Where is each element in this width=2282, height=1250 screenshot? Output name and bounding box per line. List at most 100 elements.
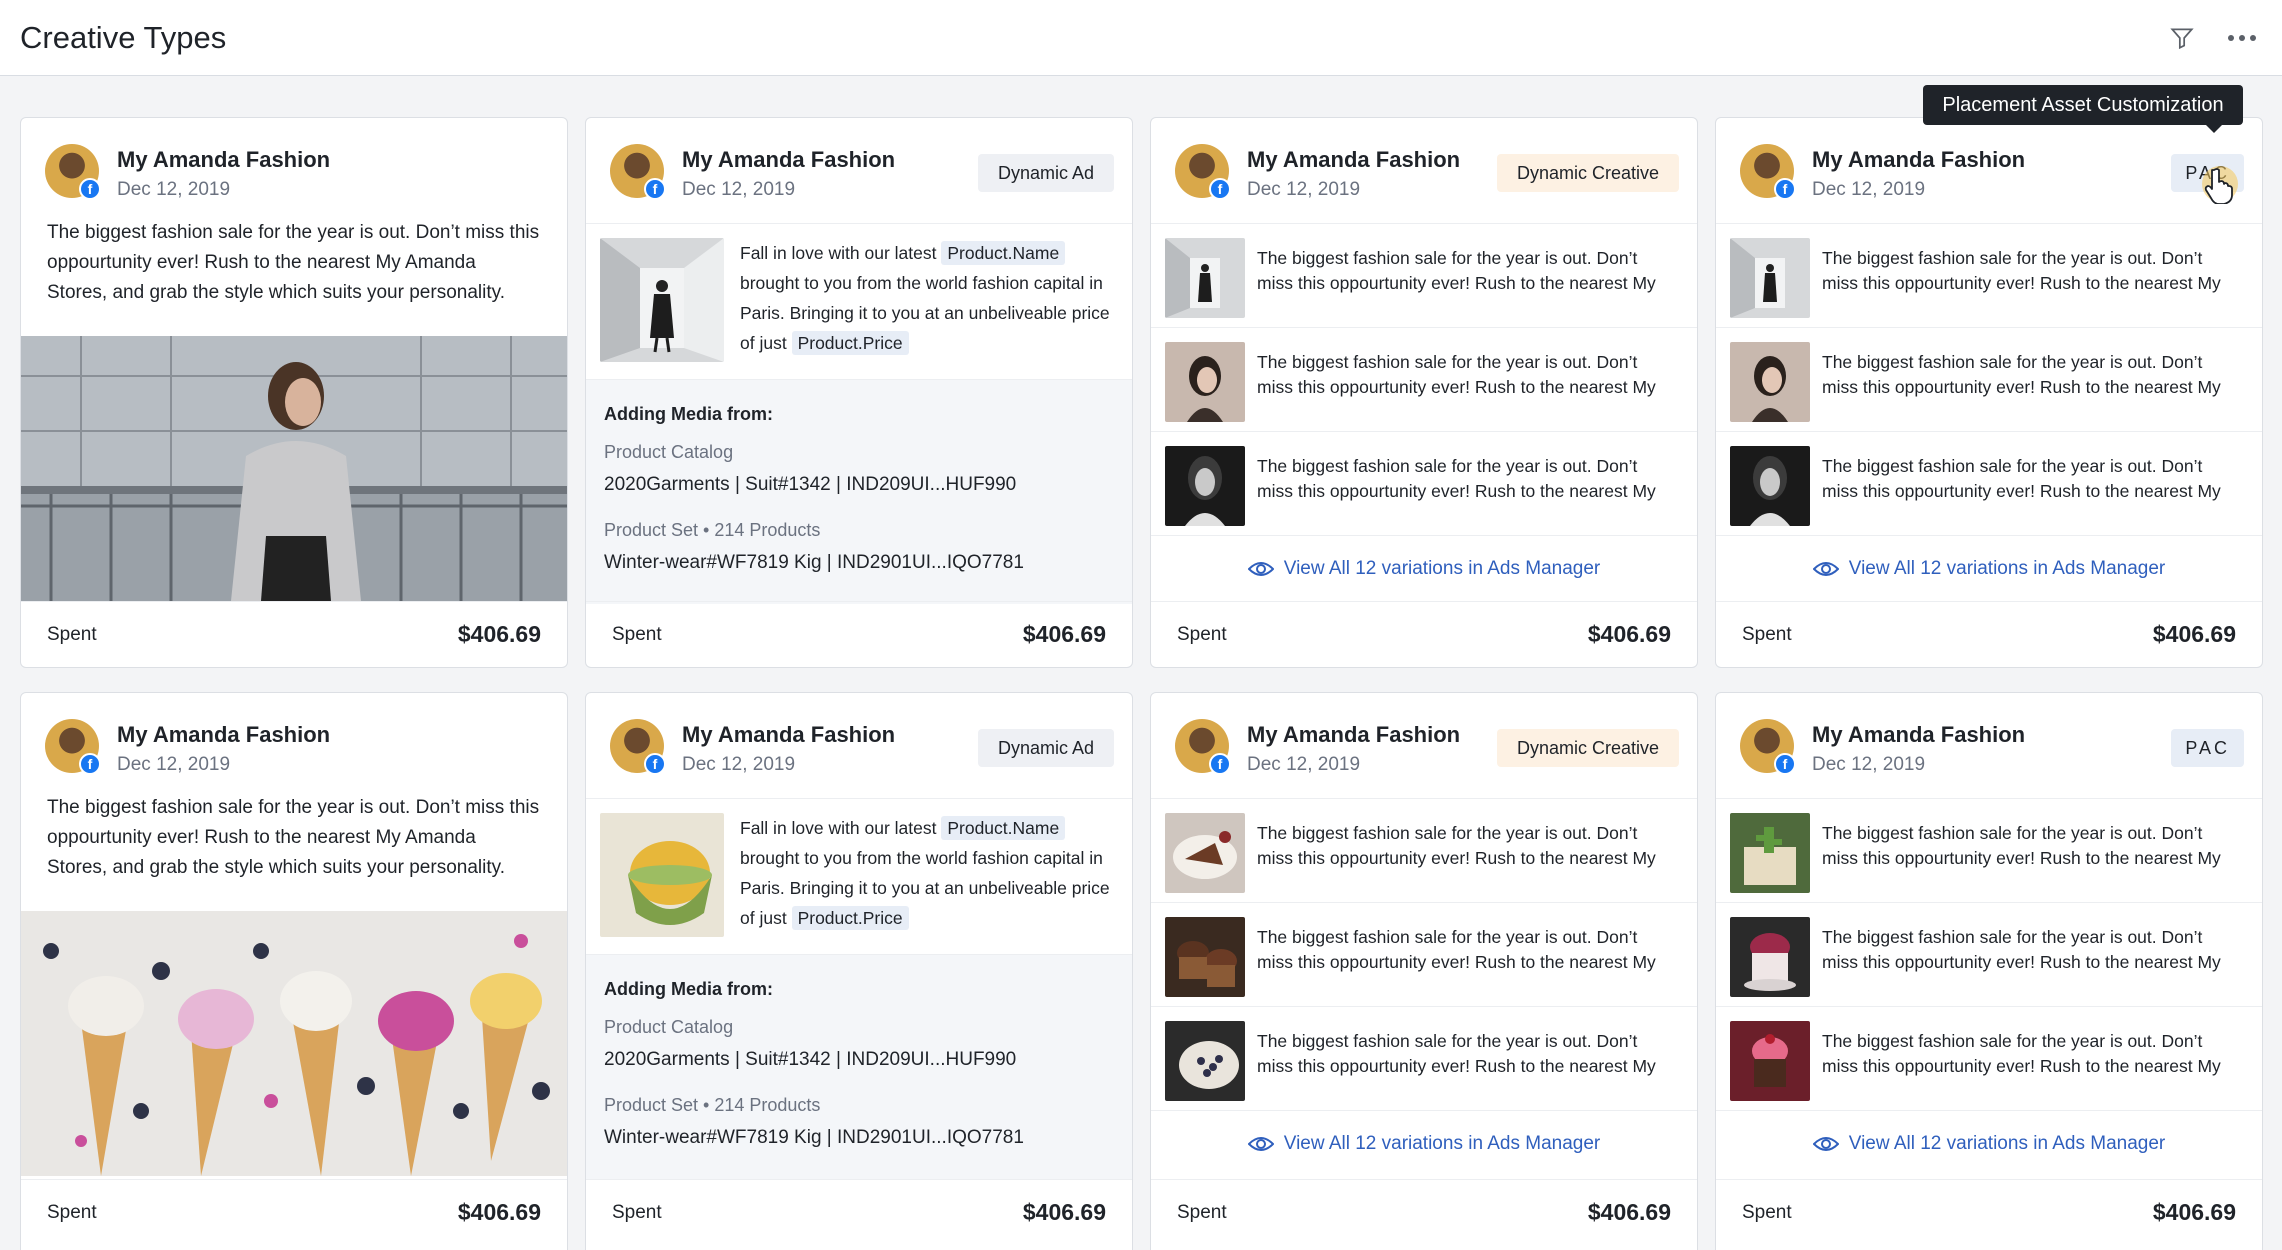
variation-row: The biggest fashion sale for the year is… bbox=[1716, 799, 2262, 903]
product-set-label: Product Set • 214 Products bbox=[604, 1095, 821, 1115]
view-all-label: View All 12 variations in Ads Manager bbox=[1848, 1133, 2166, 1154]
post-date: Dec 12, 2019 bbox=[1247, 179, 1361, 200]
variation-text: The biggest fashion sale for the year is… bbox=[1257, 927, 1656, 972]
post-date: Dec 12, 2019 bbox=[117, 179, 231, 200]
creative-card-pac[interactable]: f My Amanda Fashion Dec 12, 2019 PAC The… bbox=[1715, 692, 2263, 1250]
spent-label: Spent bbox=[612, 1201, 662, 1223]
variation-row: The biggest fashion sale for the year is… bbox=[1151, 799, 1697, 903]
dynamic-creative-badge: Dynamic Creative bbox=[1496, 154, 1679, 192]
spent-value: $406.69 bbox=[2152, 1199, 2236, 1225]
variation-text: The biggest fashion sale for the year is… bbox=[1822, 1031, 2221, 1076]
dynamic-ad-preview: Fall in love with our latest Product.Nam… bbox=[586, 224, 1132, 380]
view-all-variations-link[interactable]: View All 12 variations in Ads Manager bbox=[1151, 1111, 1697, 1177]
eye-icon bbox=[1812, 562, 1839, 576]
product-price-token: Product.Price bbox=[791, 906, 909, 930]
variation-row: The biggest fashion sale for the year is… bbox=[1151, 903, 1697, 1007]
spent-value: $406.69 bbox=[457, 621, 541, 647]
dynamic-text-part: Fall in love with our latest bbox=[740, 818, 942, 838]
creative-card-dynamic-creative[interactable]: f My Amanda Fashion Dec 12, 2019 Dynamic… bbox=[1150, 117, 1698, 668]
facebook-icon: f bbox=[644, 178, 666, 200]
pac-badge[interactable]: PAC bbox=[2171, 729, 2244, 767]
dessert-cup-thumbnail bbox=[600, 813, 724, 937]
chocolate-cupcake-thumbnail bbox=[1730, 1021, 1810, 1101]
variation-text: The biggest fashion sale for the year is… bbox=[1257, 823, 1656, 868]
card-header: f My Amanda Fashion Dec 12, 2019 PAC bbox=[1716, 118, 2262, 224]
brand-name: My Amanda Fashion bbox=[1247, 722, 1461, 747]
catalog-label: Product Catalog bbox=[604, 1017, 734, 1037]
variation-text: The biggest fashion sale for the year is… bbox=[1822, 248, 2221, 293]
card-header: f My Amanda Fashion Dec 12, 2019 Dynamic… bbox=[586, 693, 1132, 799]
card-header: f My Amanda Fashion Dec 12, 2019 Dynamic… bbox=[1151, 118, 1697, 224]
view-all-variations-link[interactable]: View All 12 variations in Ads Manager bbox=[1716, 536, 2262, 602]
dynamic-ad-badge: Dynamic Ad bbox=[977, 154, 1114, 192]
spent-label: Spent bbox=[1177, 1201, 1227, 1223]
post-date: Dec 12, 2019 bbox=[1812, 179, 1926, 200]
spent-label: Spent bbox=[1177, 623, 1227, 645]
variation-row: The biggest fashion sale for the year is… bbox=[1151, 224, 1697, 328]
media-source-box: Adding Media from: Product Catalog 2020G… bbox=[586, 955, 1132, 1179]
post-text: The biggest fashion sale for the year is… bbox=[47, 222, 540, 303]
filter-icon[interactable] bbox=[2162, 18, 2202, 58]
view-all-label: View All 12 variations in Ads Manager bbox=[1283, 558, 1601, 579]
variation-row: The biggest fashion sale for the year is… bbox=[1151, 328, 1697, 432]
catalog-value: 2020Garments | Suit#1342 | IND209UI...HU… bbox=[604, 474, 1017, 495]
post-text: The biggest fashion sale for the year is… bbox=[47, 797, 540, 878]
dessert-plate-thumbnail bbox=[1165, 813, 1245, 893]
spent-label: Spent bbox=[47, 1201, 97, 1223]
woman-bw-portrait-thumbnail bbox=[1165, 446, 1245, 526]
brand-name: My Amanda Fashion bbox=[117, 722, 331, 747]
facebook-icon: f bbox=[1774, 753, 1796, 775]
creative-card-dynamic-ad[interactable]: f My Amanda Fashion Dec 12, 2019 Dynamic… bbox=[585, 692, 1133, 1250]
card-header: f My Amanda Fashion Dec 12, 2019 Dynamic… bbox=[1151, 693, 1697, 799]
card-footer: Spent $406.69 bbox=[586, 1179, 1132, 1245]
woman-in-grey-sweater-photo bbox=[21, 336, 567, 601]
variation-row: The biggest fashion sale for the year is… bbox=[1151, 1007, 1697, 1111]
creative-card-dynamic-ad[interactable]: f My Amanda Fashion Dec 12, 2019 Dynamic… bbox=[585, 117, 1133, 668]
spent-value: $406.69 bbox=[1587, 621, 1671, 647]
eye-icon bbox=[1812, 1137, 1839, 1151]
view-all-variations-link[interactable]: View All 12 variations in Ads Manager bbox=[1151, 536, 1697, 602]
product-set-label: Product Set • 214 Products bbox=[604, 520, 821, 540]
post-date: Dec 12, 2019 bbox=[682, 179, 796, 200]
facebook-icon: f bbox=[644, 753, 666, 775]
card-footer: Spent $406.69 bbox=[1716, 1179, 2262, 1245]
variation-row: The biggest fashion sale for the year is… bbox=[1716, 903, 2262, 1007]
post-date: Dec 12, 2019 bbox=[682, 754, 796, 775]
view-all-variations-link[interactable]: View All 12 variations in Ads Manager bbox=[1716, 1111, 2262, 1177]
card-footer: Spent $406.69 bbox=[586, 601, 1132, 667]
variation-row: The biggest fashion sale for the year is… bbox=[1716, 1007, 2262, 1111]
variation-text: The biggest fashion sale for the year is… bbox=[1257, 456, 1656, 501]
product-name-token: Product.Name bbox=[941, 816, 1066, 840]
woman-in-corridor-thumbnail bbox=[1165, 238, 1245, 318]
facebook-icon: f bbox=[79, 178, 101, 200]
variation-text: The biggest fashion sale for the year is… bbox=[1257, 352, 1656, 397]
creative-types-page: Creative Types Placement Asset Customiza… bbox=[0, 0, 2282, 1250]
product-set-value: Winter-wear#WF7819 Kig | IND2901UI...IQO… bbox=[604, 1127, 1024, 1148]
post-date: Dec 12, 2019 bbox=[1812, 754, 1926, 775]
variation-text: The biggest fashion sale for the year is… bbox=[1822, 352, 2221, 397]
variation-row: The biggest fashion sale for the year is… bbox=[1716, 224, 2262, 328]
creative-card-image-post[interactable]: f My Amanda Fashion Dec 12, 2019 The big… bbox=[20, 692, 568, 1250]
eye-icon bbox=[1247, 562, 1274, 576]
catalog-value: 2020Garments | Suit#1342 | IND209UI...HU… bbox=[604, 1049, 1017, 1070]
chocolate-cupcakes-thumbnail bbox=[1165, 917, 1245, 997]
dynamic-creative-badge: Dynamic Creative bbox=[1496, 729, 1679, 767]
card-header: f My Amanda Fashion Dec 12, 2019 bbox=[21, 693, 567, 799]
berry-cupcake-thumbnail bbox=[1730, 917, 1810, 997]
eye-icon bbox=[1247, 1137, 1274, 1151]
creative-card-image-post[interactable]: f My Amanda Fashion Dec 12, 2019 The big… bbox=[20, 117, 568, 668]
creative-card-pac[interactable]: f My Amanda Fashion Dec 12, 2019 PAC The… bbox=[1715, 117, 2263, 668]
more-horizontal-icon[interactable] bbox=[2222, 18, 2262, 58]
brand-name: My Amanda Fashion bbox=[1247, 147, 1461, 172]
media-title: Adding Media from: bbox=[604, 404, 773, 424]
ice-cream-cones-photo bbox=[21, 911, 567, 1176]
creative-card-dynamic-creative[interactable]: f My Amanda Fashion Dec 12, 2019 Dynamic… bbox=[1150, 692, 1698, 1250]
cake-with-cactus-thumbnail bbox=[1730, 813, 1810, 893]
brand-name: My Amanda Fashion bbox=[682, 147, 896, 172]
facebook-icon: f bbox=[79, 753, 101, 775]
facebook-icon: f bbox=[1774, 178, 1796, 200]
dynamic-text-part: Fall in love with our latest bbox=[740, 243, 942, 263]
product-set-value: Winter-wear#WF7819 Kig | IND2901UI...IQO… bbox=[604, 552, 1024, 573]
spent-value: $406.69 bbox=[2152, 621, 2236, 647]
spent-label: Spent bbox=[1742, 1201, 1792, 1223]
